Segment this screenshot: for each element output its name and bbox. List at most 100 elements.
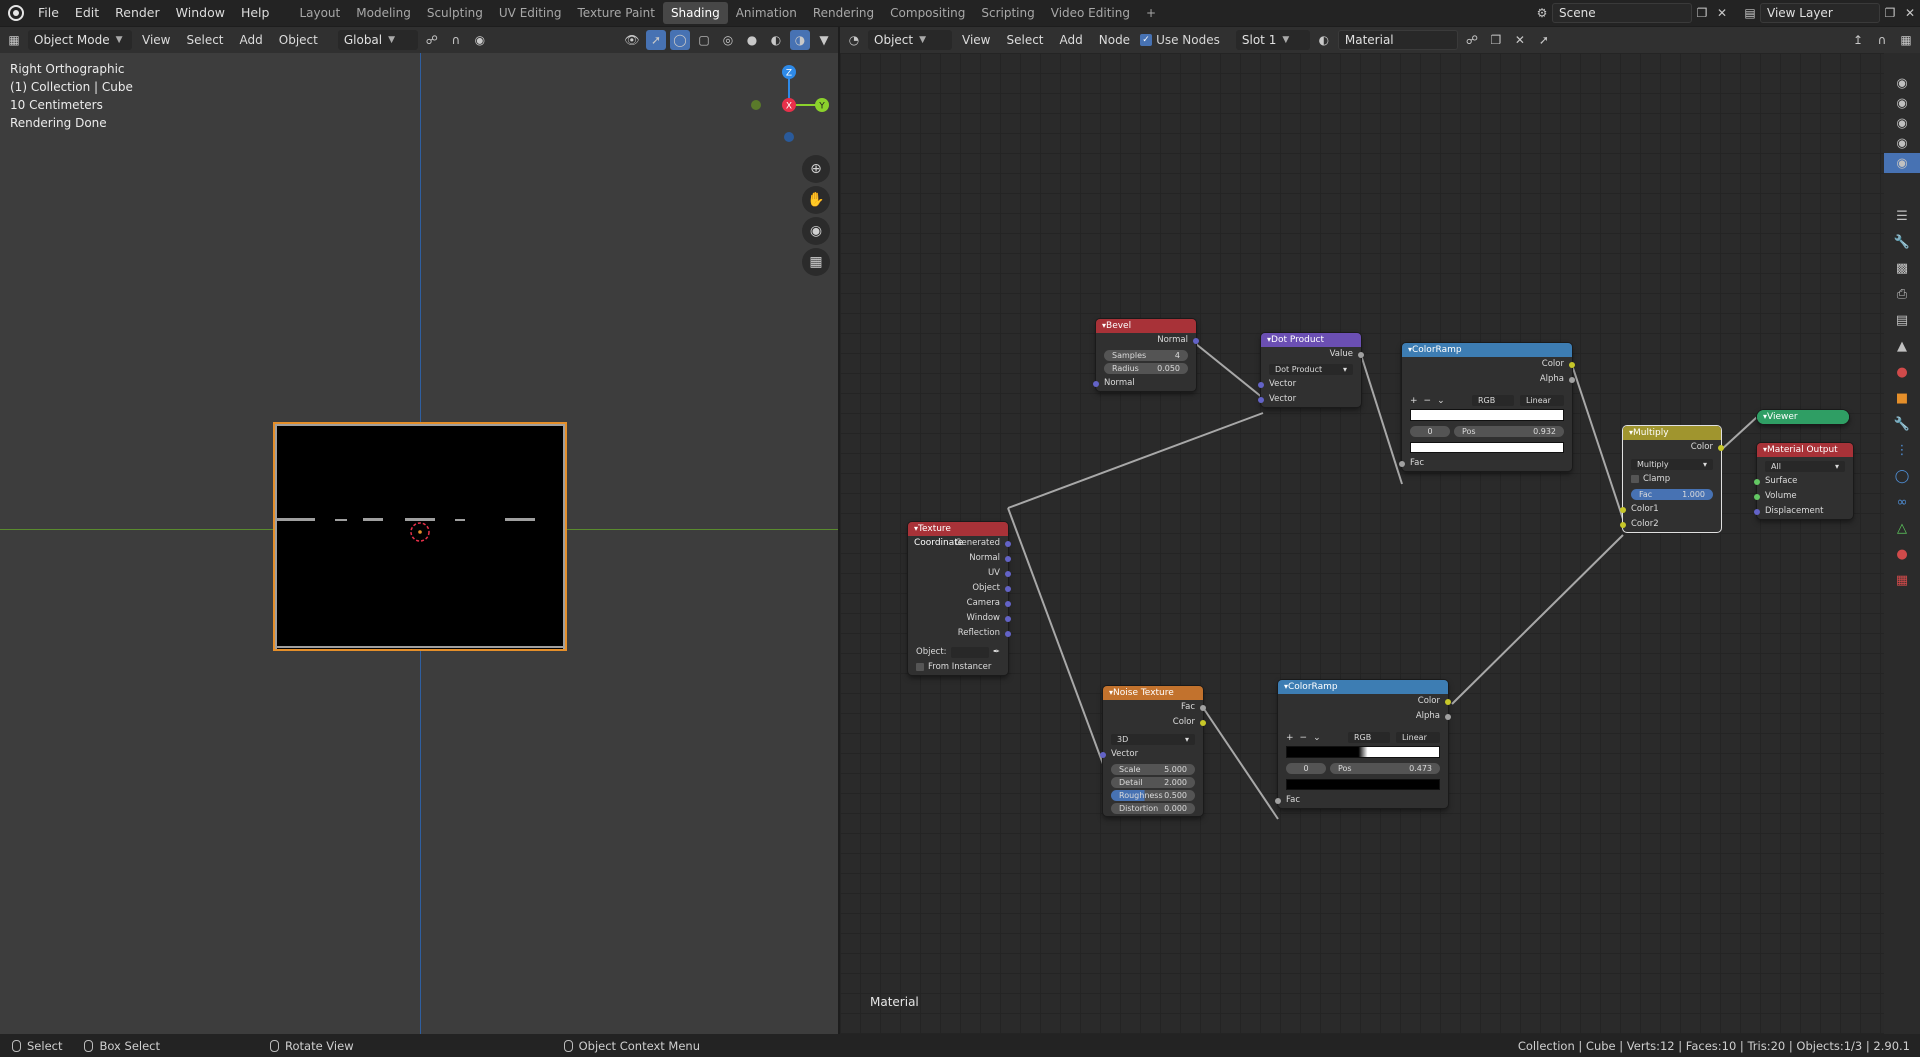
bevel-node-header[interactable]: Bevel — [1096, 319, 1196, 333]
chevron-down-icon[interactable]: ⌄ — [1437, 396, 1445, 406]
snap-node-icon[interactable]: ∩ — [1872, 30, 1892, 50]
tab-shading[interactable]: Shading — [662, 2, 728, 24]
blender-logo-icon[interactable] — [8, 5, 24, 21]
material-properties-icon[interactable]: ● — [1884, 541, 1920, 567]
physics-properties-icon[interactable]: ◯ — [1884, 463, 1920, 489]
noise-roughness-field[interactable]: Roughness 0.500 — [1111, 790, 1195, 801]
noise-scale-field[interactable]: Scale 5.000 — [1111, 764, 1195, 775]
render-properties-icon[interactable]: ▩ — [1884, 255, 1920, 281]
ramp1-stop-color[interactable] — [1410, 442, 1564, 453]
camera-view-icon[interactable]: ◉ — [1884, 133, 1920, 153]
clamp-checkbox[interactable] — [1631, 474, 1639, 483]
delete-view-layer-icon[interactable]: ✕ — [1900, 3, 1920, 23]
multiply-header[interactable]: Multiply — [1623, 426, 1721, 440]
view-menu[interactable]: View — [136, 30, 176, 50]
ramp1-interp-dropdown[interactable]: Linear — [1520, 395, 1564, 406]
ramp1-pos-field[interactable]: Pos 0.932 — [1454, 426, 1564, 437]
output-socket[interactable] — [1200, 705, 1206, 711]
particles-properties-icon[interactable]: ⋮ — [1884, 437, 1920, 463]
snap-icon[interactable]: ∩ — [446, 30, 466, 50]
world-properties-icon[interactable]: ● — [1884, 359, 1920, 385]
3d-viewport[interactable]: Right Orthographic (1) Collection | Cube… — [0, 53, 838, 1034]
input-socket[interactable] — [1093, 381, 1099, 387]
output-target-dropdown[interactable]: All ▾ — [1765, 461, 1845, 472]
multiply-blend-dropdown[interactable]: Multiply ▾ — [1631, 459, 1713, 470]
colorramp-2-header[interactable]: ColorRamp — [1278, 680, 1448, 694]
neg-y-handle[interactable] — [751, 100, 761, 110]
noise-texture-node[interactable]: Noise Texture Fac Color 3D ▾ Vector Scale… — [1100, 686, 1206, 816]
material-shading-icon[interactable]: ◐ — [766, 30, 786, 50]
remove-stop-button[interactable]: − — [1300, 733, 1308, 743]
object-data-properties-icon[interactable]: △ — [1884, 515, 1920, 541]
grid-toggle-icon[interactable]: ▦ — [802, 248, 830, 276]
noise-distortion-field[interactable]: Distortion 0.000 — [1111, 803, 1195, 814]
slot-dropdown[interactable]: Slot 1 ▼ — [1235, 30, 1310, 50]
camera-icon[interactable]: ◉ — [802, 217, 830, 245]
tab-rendering[interactable]: Rendering — [805, 2, 882, 24]
add-menu[interactable]: Add — [234, 30, 269, 50]
unlink-material-icon[interactable]: ✕ — [1510, 30, 1530, 50]
node-menu[interactable]: Node — [1093, 30, 1136, 50]
constraint-properties-icon[interactable]: ∞ — [1884, 489, 1920, 515]
tab-sculpting[interactable]: Sculpting — [419, 2, 491, 24]
shading-options-icon[interactable]: ▼ — [814, 30, 834, 50]
delete-scene-icon[interactable]: ✕ — [1712, 3, 1732, 23]
output-socket[interactable] — [1005, 601, 1011, 607]
overlay-node-icon[interactable]: ▦ — [1896, 30, 1916, 50]
mode-dropdown[interactable]: Object Mode ▼ — [28, 30, 132, 50]
input-socket[interactable] — [1754, 479, 1760, 485]
output-socket[interactable] — [1005, 631, 1011, 637]
multiply-fac-field[interactable]: Fac 1.000 — [1631, 489, 1713, 500]
output-socket[interactable] — [1200, 720, 1206, 726]
wrench-icon[interactable]: 🔧 — [1884, 229, 1920, 255]
noise-header[interactable]: Noise Texture — [1103, 686, 1203, 700]
pan-hand-icon[interactable]: ✋ — [802, 186, 830, 214]
scene-properties-icon[interactable]: ▲ — [1884, 333, 1920, 359]
fake-user-icon[interactable]: ☍ — [1462, 30, 1482, 50]
input-socket[interactable] — [1258, 382, 1264, 388]
texture-properties-icon[interactable]: ▦ — [1884, 567, 1920, 593]
new-view-layer-icon[interactable]: ❐ — [1880, 3, 1900, 23]
editor-type-icon[interactable]: ▦ — [4, 30, 24, 50]
menu-render[interactable]: Render — [107, 0, 168, 26]
viewer-node[interactable]: Viewer — [1757, 410, 1849, 424]
tool-settings-icon[interactable]: ☰ — [1884, 203, 1920, 229]
material-browse-icon[interactable]: ◐ — [1314, 30, 1334, 50]
input-socket[interactable] — [1620, 522, 1626, 528]
tab-uv-editing[interactable]: UV Editing — [491, 2, 570, 24]
colorramp-node-2[interactable]: ColorRamp Color Alpha + − ⌄ RGB Linear 0… — [1275, 680, 1451, 808]
ramp2-stop-index[interactable]: 0 — [1286, 763, 1326, 774]
pin-icon[interactable]: ➚ — [1534, 30, 1554, 50]
visibility-icon[interactable]: 👁 — [622, 30, 642, 50]
node-add-menu[interactable]: Add — [1054, 30, 1089, 50]
menu-edit[interactable]: Edit — [67, 0, 107, 26]
navigation-gizmo[interactable]: Z Y X — [745, 57, 835, 147]
overlay-icon[interactable]: ◯ — [670, 30, 690, 50]
gizmo-toggle-icon[interactable]: ➚ — [646, 30, 666, 50]
input-socket[interactable] — [1399, 461, 1405, 467]
modifier-properties-icon[interactable]: 🔧 — [1884, 411, 1920, 437]
input-socket[interactable] — [1100, 752, 1106, 758]
view-layer-properties-icon[interactable]: ▤ — [1884, 307, 1920, 333]
object-picker-field[interactable] — [950, 647, 989, 658]
add-workspace-button[interactable]: + — [1138, 2, 1164, 24]
solid-shading-icon[interactable]: ● — [742, 30, 762, 50]
camera-view-icon[interactable]: ◉ — [1884, 73, 1920, 93]
pivot-icon[interactable]: ☍ — [422, 30, 442, 50]
texcoord-header[interactable]: Texture Coordinate — [908, 522, 1008, 548]
material-output-header[interactable]: Material Output — [1757, 443, 1853, 457]
output-socket[interactable] — [1445, 714, 1451, 720]
camera-view-icon[interactable]: ◉ — [1884, 113, 1920, 133]
tab-layout[interactable]: Layout — [291, 2, 348, 24]
dot-operation-dropdown[interactable]: Dot Product ▾ — [1269, 364, 1353, 375]
orientation-dropdown[interactable]: Global ▼ — [337, 30, 418, 50]
tab-scripting[interactable]: Scripting — [973, 2, 1042, 24]
bevel-node[interactable]: Bevel Normal Samples 4 Radius 0.050 Normal — [1093, 319, 1199, 391]
noise-dimensions-dropdown[interactable]: 3D ▾ — [1111, 734, 1195, 745]
proportional-edit-icon[interactable]: ◉ — [470, 30, 490, 50]
add-stop-button[interactable]: + — [1286, 733, 1294, 743]
colorramp-1-header[interactable]: ColorRamp — [1402, 343, 1572, 357]
node-view-menu[interactable]: View — [956, 30, 996, 50]
ramp1-mode-dropdown[interactable]: RGB — [1472, 395, 1514, 406]
input-socket[interactable] — [1258, 397, 1264, 403]
